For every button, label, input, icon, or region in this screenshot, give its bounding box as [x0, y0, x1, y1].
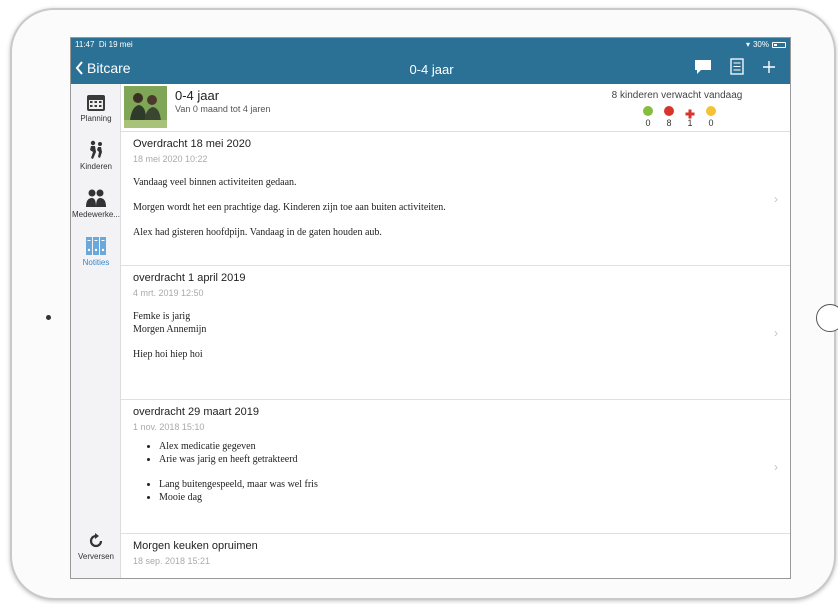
sidebar-item-kinderen[interactable]: Kinderen	[71, 140, 121, 171]
group-header: 0-4 jaar Van 0 maand tot 4 jaren 8 kinde…	[121, 84, 790, 132]
list-item[interactable]: overdracht 1 april 2019 4 mrt. 2019 12:5…	[121, 266, 790, 400]
status-date: Di 19 mei	[98, 40, 133, 49]
note-title: Overdracht 18 mei 2020	[133, 138, 252, 150]
count-present: 0	[645, 118, 651, 128]
note-line: Femke is jarig	[133, 311, 191, 322]
sidebar-label-medewerkers: Medewerke...	[71, 210, 121, 219]
chat-icon[interactable]	[694, 59, 712, 75]
navigation-bar: 11:47 Di 19 mei ▾ 30% Bitcare 0-4 jaar	[71, 38, 790, 84]
staff-icon	[86, 189, 106, 207]
sidebar-item-planning[interactable]: Planning	[71, 92, 121, 123]
sidebar-label-planning: Planning	[80, 114, 112, 123]
count-sick: 1	[687, 118, 693, 128]
note-body: Vandaag veel binnen activiteiten gedaan.…	[133, 176, 446, 251]
note-body: Femke is jarig Morgen Annemijn Hiep hoi …	[133, 310, 206, 373]
sidebar: Planning Kinderen Medewerke... Notities …	[71, 84, 121, 578]
refresh-label: Verversen	[77, 552, 115, 561]
wifi-icon: ▾	[745, 40, 750, 49]
chevron-right-icon: ›	[774, 326, 778, 340]
note-body: Alex medicatie gegeven Arie was jarig en…	[133, 440, 318, 504]
home-button[interactable]	[816, 304, 838, 332]
count-absent: 8	[666, 118, 672, 128]
clock: 11:47	[75, 40, 95, 49]
sick-cross-icon	[685, 106, 695, 119]
sidebar-label-kinderen: Kinderen	[79, 162, 113, 171]
present-dot	[643, 106, 653, 116]
note-bullet: Arie was jarig en heeft getrakteerd	[159, 453, 318, 466]
note-date: 4 mrt. 2019 12:50	[133, 288, 204, 298]
expected-children: 8 kinderen verwacht vandaag	[611, 90, 743, 101]
note-bullet: Lang buitengespeeld, maar was wel fris	[159, 478, 318, 491]
note-title: Morgen keuken opruimen	[133, 540, 258, 552]
list-item[interactable]: overdracht 29 maart 2019 1 nov. 2018 15:…	[121, 400, 790, 534]
note-line: Morgen Annemijn	[133, 324, 207, 335]
absent-dot	[664, 106, 674, 116]
sidebar-item-notities[interactable]: Notities	[71, 236, 121, 267]
nav-actions	[694, 58, 776, 75]
notes-binders-icon	[86, 237, 106, 255]
refresh-icon	[89, 533, 103, 548]
app-screen: 11:47 Di 19 mei ▾ 30% Bitcare 0-4 jaar P…	[70, 37, 791, 579]
battery-percent: 30%	[752, 40, 769, 49]
note-date: 18 mei 2020 10:22	[133, 154, 208, 164]
note-bullet: Mooie dag	[159, 491, 318, 504]
sidebar-label-notities: Notities	[82, 258, 110, 267]
refresh-button[interactable]: Verversen	[71, 532, 121, 561]
group-photo	[124, 86, 167, 128]
note-title: overdracht 29 maart 2019	[133, 406, 259, 418]
note-line: Alex had gisteren hoofdpijn. Vandaag in …	[133, 227, 382, 238]
children-running-icon	[90, 140, 102, 159]
main-content: 0-4 jaar Van 0 maand tot 4 jaren 8 kinde…	[121, 84, 790, 578]
list-item[interactable]: Morgen keuken opruimen 18 sep. 2018 15:2…	[121, 534, 790, 578]
note-line: Morgen wordt het een prachtige dag. Kind…	[133, 202, 446, 213]
note-line: Hiep hoi hiep hoi	[133, 349, 203, 360]
sidebar-item-medewerkers[interactable]: Medewerke...	[71, 188, 121, 219]
calendar-icon	[87, 95, 105, 111]
list-item[interactable]: Overdracht 18 mei 2020 18 mei 2020 10:22…	[121, 132, 790, 266]
count-leave: 0	[708, 118, 714, 128]
camera	[46, 315, 51, 320]
battery-icon	[772, 41, 786, 48]
page-title: 0-4 jaar	[409, 62, 454, 77]
status-time: 11:47 Di 19 mei	[75, 40, 133, 49]
status-dots	[643, 106, 716, 119]
list-icon[interactable]	[730, 58, 744, 75]
chevron-right-icon: ›	[774, 192, 778, 206]
group-subtitle: Van 0 maand tot 4 jaren	[175, 104, 271, 114]
status-indicators: ▾ 30%	[746, 40, 786, 49]
status-counts: 0 8 1 0	[643, 118, 716, 128]
note-bullet: Alex medicatie gegeven	[159, 440, 318, 453]
group-title: 0-4 jaar	[175, 88, 220, 103]
plus-icon[interactable]	[762, 60, 776, 74]
note-date: 18 sep. 2018 15:21	[133, 556, 211, 566]
chevron-right-icon: ›	[774, 460, 778, 474]
note-line: Vandaag veel binnen activiteiten gedaan.	[133, 177, 297, 188]
leave-dot	[706, 106, 716, 116]
note-date: 1 nov. 2018 15:10	[133, 422, 205, 432]
note-title: overdracht 1 april 2019	[133, 272, 246, 284]
